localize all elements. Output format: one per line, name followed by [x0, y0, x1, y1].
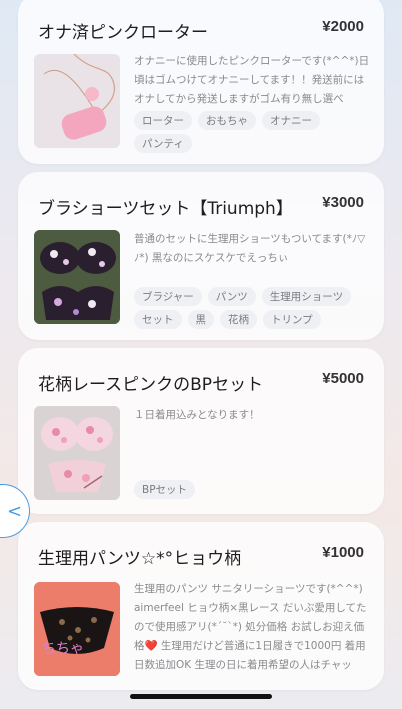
tag-chip[interactable]: パンティ [134, 134, 192, 153]
pink-rotor-photo[interactable] [34, 54, 120, 148]
tag-chip[interactable]: パンツ [207, 287, 256, 306]
listing-price: ¥2000 [322, 18, 364, 35]
pink-lace-bra-photo[interactable] [34, 406, 120, 500]
listing-price: ¥1000 [322, 544, 364, 561]
listing-price: ¥5000 [322, 370, 364, 387]
tag-chip[interactable]: おもちゃ [198, 111, 256, 130]
watermark-caption: ちちゃ [42, 641, 84, 657]
listing-title: ブラショーツセット【Triumph】 [38, 199, 293, 219]
listing-description: オナニーに使用したピンクローターです(*^^*)日頃はゴムつけてオナニーしてます… [134, 55, 370, 105]
tag-chip[interactable]: BPセット [134, 480, 196, 499]
tag-chip[interactable]: ブラジャー [134, 287, 202, 306]
tag-list: ローター おもちゃ オナニー パンティ [134, 111, 374, 153]
black-floral-lingerie-photo[interactable] [34, 230, 120, 324]
listing-card[interactable]: 花柄レースピンクのBPセット ¥5000 １日着用込みとなります！ BPセット [18, 348, 384, 514]
tag-chip[interactable]: セット [134, 310, 182, 329]
listing-description: １日着用込みとなります！ [134, 409, 260, 421]
listing-title: オナ済ピンクローター [38, 23, 208, 43]
tag-chip[interactable]: オナニー [262, 111, 320, 130]
tag-list: ブラジャー パンツ 生理用ショーツ セット 黒 花柄 トリンプ [134, 287, 374, 329]
listing-description: 普通のセットに生理用ショーツもついてます(*ﾉ▽ﾉ*) 黒なのにスケスケでえっち… [134, 233, 366, 264]
listing-card[interactable]: ブラショーツセット【Triumph】 ¥3000 普通のセットに生理用ショーツも… [18, 172, 384, 340]
listing-price: ¥3000 [322, 194, 364, 211]
leopard-panty-photo[interactable]: ちちゃ [34, 582, 120, 676]
tag-chip[interactable]: 黒 [187, 310, 214, 329]
listing-card[interactable]: 生理用パンツ☆*°ヒョウ柄 ¥1000 ちちゃ 生理用のパンツ サニタリーショー… [18, 522, 384, 690]
tag-chip[interactable]: 花柄 [220, 310, 257, 329]
listing-card[interactable]: オナ済ピンクローター ¥2000 オナニーに使用したピンクローターです(*^^*… [18, 0, 384, 164]
listing-title: 生理用パンツ☆*°ヒョウ柄 [38, 549, 242, 569]
tag-list: BPセット [134, 480, 374, 499]
listing-description: 生理用のパンツ サニタリーショーツです(*^^*) aimerfeel ヒョウ柄… [134, 583, 367, 671]
tag-chip[interactable]: ローター [134, 111, 192, 130]
listing-title: 花柄レースピンクのBPセット [38, 375, 264, 395]
tag-chip[interactable]: 生理用ショーツ [261, 287, 352, 306]
chevron-left-icon: < [6, 500, 23, 522]
tag-chip[interactable]: トリンプ [263, 310, 321, 329]
home-indicator[interactable] [130, 694, 272, 699]
